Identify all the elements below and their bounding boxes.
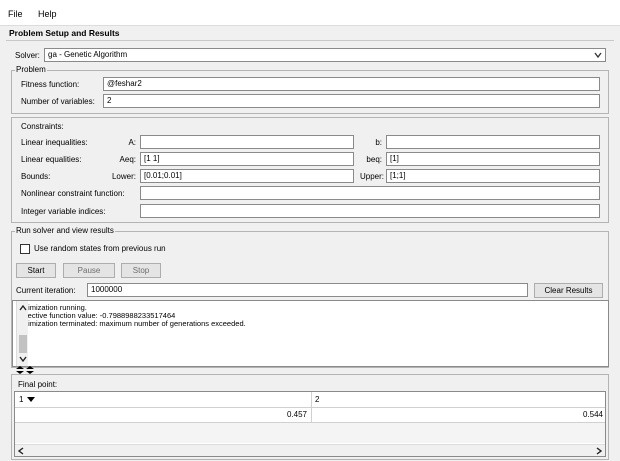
solver-label: Solver: [15, 51, 40, 60]
column-divider [311, 408, 312, 423]
lower-label: Lower: [111, 172, 136, 181]
output-textarea[interactable]: Optimization running. Objective function… [12, 300, 609, 367]
chevron-down-icon [594, 52, 602, 59]
beq-label: beq: [366, 155, 382, 164]
linear-equalities-label: Linear equalities: [21, 155, 82, 164]
scroll-thumb[interactable] [19, 335, 27, 353]
integer-indices-label: Integer variable indices: [21, 207, 106, 216]
constraints-group-label: Constraints: [21, 122, 64, 131]
final-point-label: Final point: [18, 380, 58, 389]
menu-file[interactable]: File [8, 9, 23, 19]
run-group-label: Run solver and view results [15, 226, 115, 236]
start-button[interactable]: Start [16, 263, 56, 278]
output-scrollbar[interactable] [16, 301, 28, 366]
current-iteration-label: Current iteration: [16, 286, 76, 295]
clear-results-button[interactable]: Clear Results [534, 283, 603, 298]
section-title: Problem Setup and Results [9, 28, 120, 38]
scroll-right-icon[interactable] [595, 446, 603, 456]
column-header-1[interactable]: 1 [19, 395, 23, 405]
numvars-label: Number of variables: [21, 97, 95, 106]
solver-value: ga - Genetic Algorithm [48, 50, 128, 59]
aeq-label: Aeq: [119, 155, 136, 164]
b-input[interactable] [386, 135, 600, 149]
final-point-value-1: 0.457 [286, 410, 307, 419]
solver-select[interactable]: ga - Genetic Algorithm [44, 48, 606, 62]
final-point-table[interactable]: 1 2 0.457 0.544 [14, 391, 606, 457]
problem-group-label: Problem [15, 65, 47, 75]
fitness-label: Fitness function: [21, 80, 80, 89]
beq-input[interactable]: [1] [386, 152, 600, 166]
random-states-label: Use random states from previous run [34, 244, 166, 253]
bounds-label: Bounds: [21, 172, 51, 181]
nonlinear-constraint-input[interactable] [140, 186, 600, 200]
column-divider [311, 392, 312, 408]
lower-bounds-input[interactable]: [0.01;0.01] [140, 169, 354, 183]
upper-bounds-input[interactable]: [1;1] [386, 169, 600, 183]
pause-button[interactable]: Pause [63, 263, 115, 278]
menu-bar: File Help [0, 0, 620, 26]
scroll-down-icon[interactable] [17, 354, 29, 364]
table-empty-area [15, 423, 605, 443]
menu-help[interactable]: Help [38, 9, 57, 19]
b-label: b: [375, 138, 382, 147]
table-row: 0.457 0.544 [15, 408, 605, 423]
nonlinear-constraint-label: Nonlinear constraint function: [21, 189, 125, 198]
column-header-2[interactable]: 2 [315, 395, 319, 405]
table-header-row: 1 2 [15, 392, 605, 408]
numvars-input[interactable]: 2 [103, 94, 600, 108]
current-iteration-value: 1000000 [87, 283, 528, 297]
stop-button[interactable]: Stop [121, 263, 161, 278]
splitter-arrows-icon[interactable] [14, 366, 36, 374]
sort-down-icon[interactable] [27, 397, 35, 403]
final-point-value-2: 0.544 [582, 410, 603, 419]
random-states-checkbox[interactable] [20, 244, 30, 254]
section-title-bar: Problem Setup and Results [6, 27, 614, 41]
scroll-up-icon[interactable] [17, 303, 29, 313]
fitness-function-input[interactable]: @feshar2 [103, 77, 600, 91]
integer-indices-input[interactable] [140, 204, 600, 218]
a-label: A: [128, 138, 136, 147]
horizontal-scrollbar[interactable] [15, 444, 605, 456]
linear-inequalities-label: Linear inequalities: [21, 138, 88, 147]
scroll-left-icon[interactable] [17, 446, 25, 456]
aeq-input[interactable]: [1 1] [140, 152, 354, 166]
upper-label: Upper: [359, 172, 384, 181]
output-line: Optimization terminated: maximum number … [16, 319, 246, 328]
a-input[interactable] [140, 135, 354, 149]
